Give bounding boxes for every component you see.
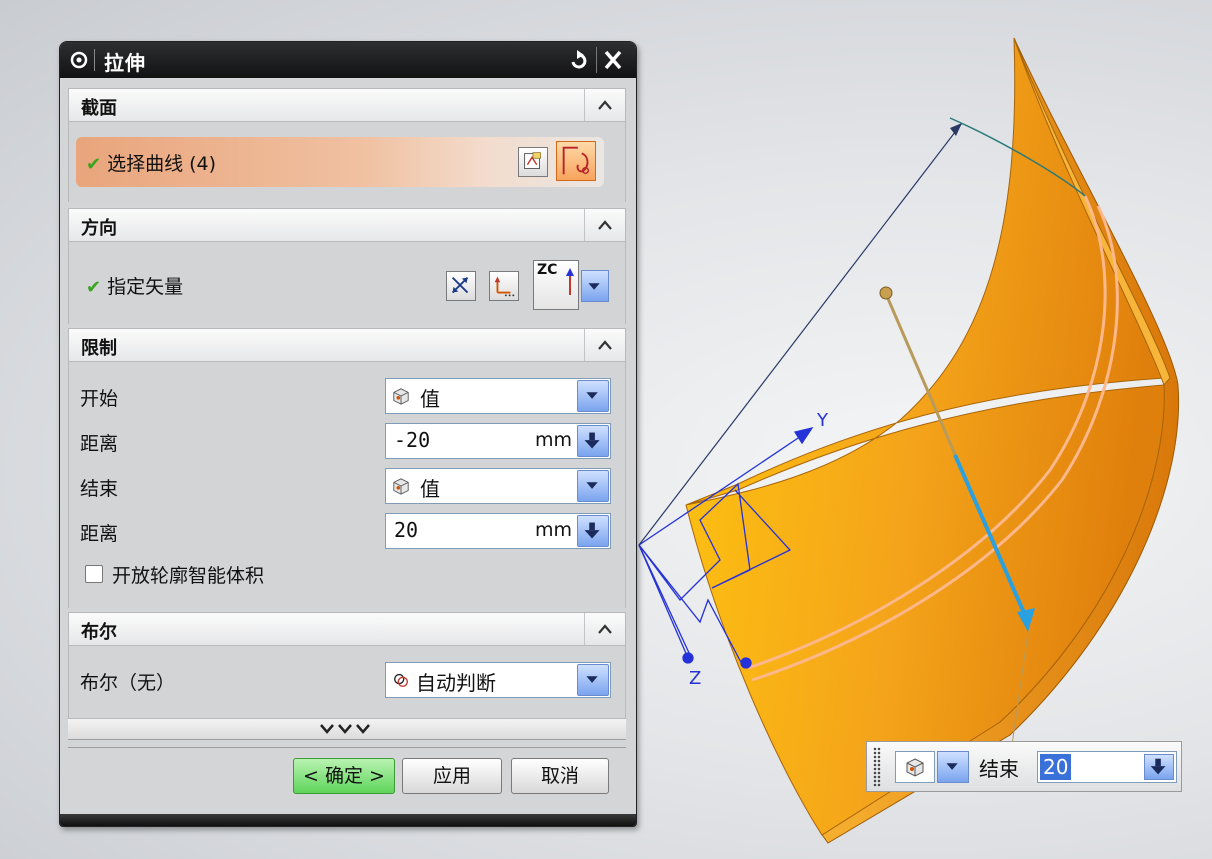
checkmark-icon: ✔	[86, 154, 102, 175]
section-header-section[interactable]: 截面	[68, 88, 626, 122]
chevron-up-icon[interactable]	[584, 89, 625, 121]
arrow-down-icon[interactable]	[577, 425, 609, 457]
chevron-down-icon[interactable]	[577, 380, 609, 412]
arrow-down-icon[interactable]	[577, 515, 609, 547]
titlebar-separator-2	[596, 47, 597, 73]
select-curve-text: ✔ 选择曲线 (4)	[86, 149, 216, 176]
footer-divider	[68, 747, 626, 748]
value-cube-icon	[393, 478, 409, 495]
specify-vector-label: 指定矢量	[107, 276, 184, 298]
extent-arrowhead	[950, 123, 962, 136]
end-type-select[interactable]: 值	[385, 468, 611, 504]
chevron-up-icon[interactable]	[584, 613, 625, 645]
gear-icon[interactable]	[68, 49, 90, 71]
zc-vector-label: ZC	[537, 262, 558, 278]
chevron-up-icon[interactable]	[584, 329, 625, 361]
boolean-label: 布尔（无）	[80, 672, 176, 694]
close-icon[interactable]	[598, 46, 628, 74]
start-type-select[interactable]: 值	[385, 378, 611, 414]
zc-vector-icon: ZC	[533, 260, 579, 310]
end-type-value: 值	[420, 477, 440, 501]
sketch-icon	[524, 152, 541, 169]
open-profile-checkbox[interactable]	[85, 565, 103, 583]
limits-header-label: 限制	[81, 338, 117, 359]
chevron-down-icon[interactable]	[937, 751, 969, 783]
drag-grip-icon[interactable]	[873, 747, 881, 787]
section-header-limits[interactable]: 限制	[68, 328, 626, 362]
chevron-down-icon[interactable]	[577, 470, 609, 502]
end-distance-input[interactable]: 20 mm	[385, 513, 611, 549]
boolean-header-label: 布尔	[81, 622, 117, 643]
more-options-bar[interactable]	[68, 718, 626, 740]
vector-dialog-button[interactable]	[489, 271, 519, 301]
boolean-type-value: 自动判断	[416, 671, 496, 695]
value-cube-icon	[393, 388, 409, 405]
dialog-bottom-band	[60, 814, 636, 826]
arrow-down-icon[interactable]	[1144, 754, 1174, 780]
end-distance-value: 20	[394, 518, 419, 542]
specify-vector-row[interactable]: ✔ 指定矢量	[86, 272, 183, 299]
curve-icon	[562, 146, 590, 175]
body-main-face	[685, 37, 1166, 836]
axis-y-label: Y	[816, 410, 829, 431]
chevron-up-icon[interactable]	[584, 209, 625, 241]
onscreen-end-input[interactable]: 20	[1037, 751, 1177, 783]
end-distance-label: 距离	[80, 523, 119, 545]
end-distance-unit: mm	[534, 519, 572, 541]
value-cube-icon	[895, 751, 935, 783]
chevron-down-icon[interactable]	[581, 270, 609, 302]
start-distance-value: -20	[394, 428, 431, 452]
section-header-direction[interactable]: 方向	[68, 208, 626, 242]
curve-selection-button[interactable]	[556, 141, 596, 181]
direction-header-label: 方向	[81, 218, 117, 239]
vector-constructor-icon	[494, 276, 515, 297]
boolean-type-select[interactable]: 自动判断	[385, 662, 611, 698]
reverse-direction-button[interactable]	[446, 271, 476, 301]
onscreen-type-select[interactable]	[895, 751, 971, 783]
extruded-body[interactable]	[685, 37, 1180, 844]
start-distance-label: 距离	[80, 433, 119, 455]
section-header-label: 截面	[81, 98, 117, 119]
chevron-down-icon[interactable]	[577, 664, 609, 696]
vector-type-selector[interactable]: ZC	[533, 260, 611, 310]
open-profile-label: 开放轮廓智能体积	[112, 565, 265, 587]
start-label: 开始	[80, 388, 119, 410]
cancel-button[interactable]: 取消	[511, 758, 609, 794]
expand-more-icon[interactable]	[317, 719, 377, 739]
boolean-infer-icon	[394, 673, 408, 687]
dialog-titlebar[interactable]: 拉伸	[60, 42, 636, 78]
sketch-section-button[interactable]	[518, 147, 548, 177]
start-type-value: 值	[420, 387, 440, 411]
apply-button[interactable]: 应用	[402, 758, 502, 794]
checkmark-icon: ✔	[86, 277, 102, 298]
select-curve-row[interactable]: ✔ 选择曲线 (4)	[76, 137, 604, 187]
dialog-title: 拉伸	[104, 51, 146, 75]
end-label: 结束	[80, 478, 119, 500]
axis-z-label: Z	[689, 668, 701, 689]
extrude-dialog: 拉伸 截面 ✔ 选择曲线 (4) 方向 ✔ 指定矢量 ZC 限制 开始 值 距离…	[59, 41, 637, 827]
titlebar-separator	[94, 49, 95, 71]
section-header-boolean[interactable]: 布尔	[68, 612, 626, 646]
start-distance-unit: mm	[534, 429, 572, 451]
onscreen-end-value: 20	[1040, 754, 1072, 780]
direction-handle[interactable]	[879, 286, 893, 300]
select-curve-label: 选择曲线 (4)	[107, 153, 217, 175]
ok-button[interactable]: < 确定 >	[293, 758, 395, 794]
arrow-up-icon	[566, 268, 574, 295]
start-distance-input[interactable]: -20 mm	[385, 423, 611, 459]
reset-icon[interactable]	[564, 46, 594, 74]
onscreen-end-label: 结束	[979, 757, 1019, 781]
reverse-direction-icon	[451, 276, 469, 294]
onscreen-input-toolbar: 结束 20	[866, 741, 1182, 792]
